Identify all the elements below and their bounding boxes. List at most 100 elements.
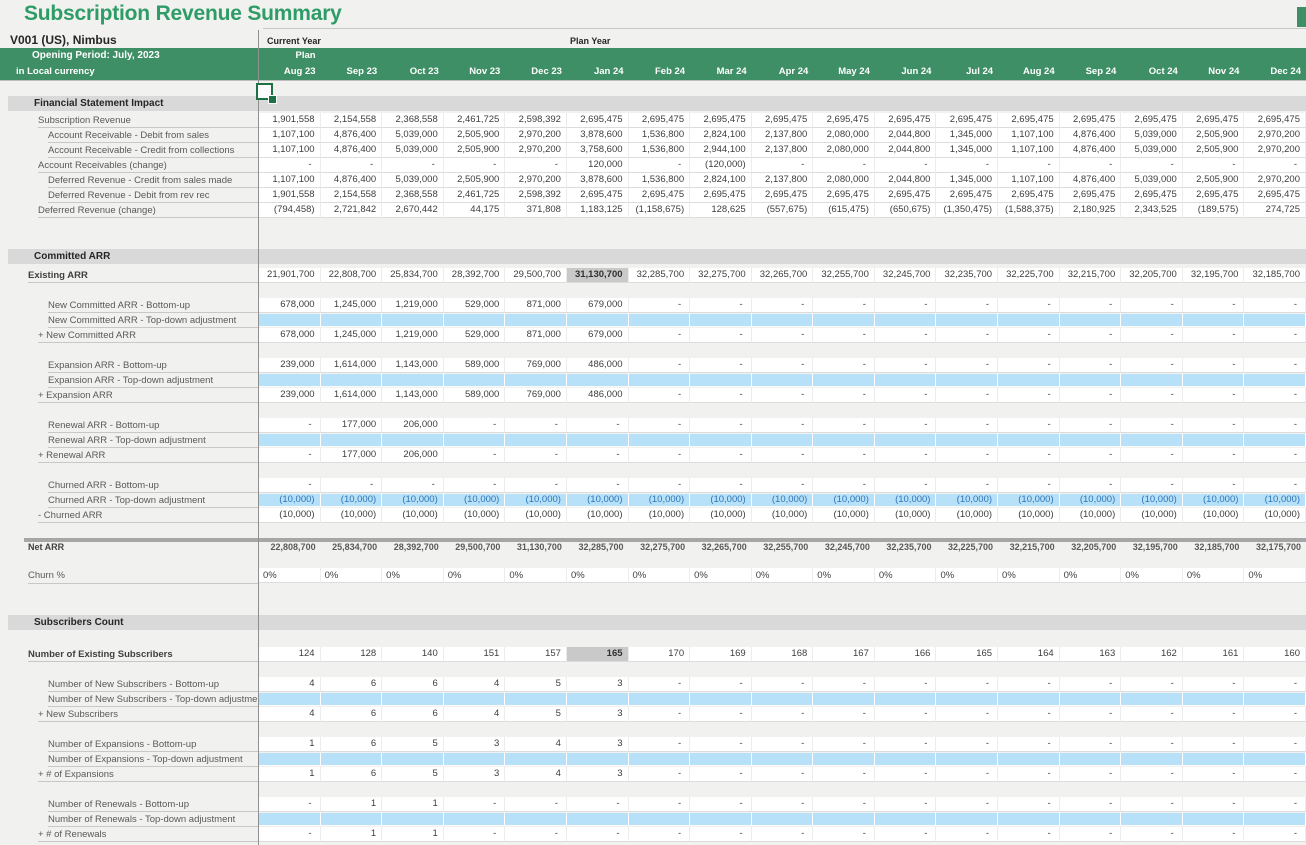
- adjustment-input-cell[interactable]: [1060, 693, 1122, 706]
- value-cell[interactable]: 6: [382, 677, 444, 692]
- adjustment-input-cell[interactable]: [567, 813, 629, 826]
- adjustment-input-cell[interactable]: [998, 693, 1060, 706]
- value-cell[interactable]: 2,505,900: [444, 143, 506, 158]
- value-cell[interactable]: -: [1060, 158, 1122, 173]
- value-cell[interactable]: -: [629, 827, 691, 842]
- value-cell[interactable]: 2,505,900: [1183, 128, 1245, 143]
- value-cell[interactable]: 371,808: [505, 203, 567, 218]
- value-cell[interactable]: -: [444, 478, 506, 493]
- value-cell[interactable]: -: [1183, 797, 1245, 812]
- value-cell[interactable]: -: [936, 298, 998, 313]
- adjustment-input-cell[interactable]: [1121, 314, 1183, 327]
- value-cell[interactable]: -: [936, 677, 998, 692]
- value-cell[interactable]: -: [752, 827, 814, 842]
- value-cell[interactable]: 2,695,475: [1060, 113, 1122, 128]
- value-cell[interactable]: 31,130,700: [505, 538, 567, 556]
- value-cell[interactable]: 0%: [1060, 568, 1122, 583]
- value-cell[interactable]: 529,000: [444, 298, 506, 313]
- value-cell[interactable]: 1,345,000: [936, 173, 998, 188]
- value-cell[interactable]: 177,000: [321, 418, 383, 433]
- value-cell[interactable]: (1,158,675): [629, 203, 691, 218]
- adjustment-input-cell[interactable]: (10,000): [690, 494, 752, 507]
- value-cell[interactable]: 5,039,000: [382, 173, 444, 188]
- value-cell[interactable]: 4,876,400: [1060, 128, 1122, 143]
- value-cell[interactable]: 0%: [382, 568, 444, 583]
- adjustment-input-cell[interactable]: [936, 374, 998, 387]
- value-cell[interactable]: 167: [813, 647, 875, 662]
- adjustment-input-cell[interactable]: [690, 753, 752, 766]
- adjustment-input-cell[interactable]: (10,000): [1244, 494, 1306, 507]
- value-cell[interactable]: -: [1121, 298, 1183, 313]
- value-cell[interactable]: -: [690, 767, 752, 782]
- adjustment-input-cell[interactable]: [813, 434, 875, 447]
- value-cell[interactable]: 678,000: [259, 328, 321, 343]
- value-cell[interactable]: 3: [444, 737, 506, 752]
- value-cell[interactable]: (10,000): [259, 508, 321, 523]
- value-cell[interactable]: 1: [382, 797, 444, 812]
- value-cell[interactable]: -: [629, 448, 691, 463]
- adjustment-input-cell[interactable]: [505, 314, 567, 327]
- value-cell[interactable]: (615,475): [813, 203, 875, 218]
- value-cell[interactable]: 161: [1183, 647, 1245, 662]
- value-cell[interactable]: 3,878,600: [567, 128, 629, 143]
- value-cell[interactable]: 0%: [505, 568, 567, 583]
- value-cell[interactable]: -: [752, 797, 814, 812]
- value-cell[interactable]: 2,695,475: [813, 113, 875, 128]
- value-cell[interactable]: 164: [998, 647, 1060, 662]
- value-cell[interactable]: 32,185,700: [1183, 538, 1245, 556]
- value-cell[interactable]: 2,970,200: [505, 128, 567, 143]
- adjustment-input-cell[interactable]: [875, 693, 937, 706]
- value-cell[interactable]: (10,000): [1183, 508, 1245, 523]
- adjustment-input-cell[interactable]: [1121, 374, 1183, 387]
- value-cell[interactable]: -: [813, 358, 875, 373]
- value-cell[interactable]: 2,695,475: [1121, 113, 1183, 128]
- value-cell[interactable]: 6: [321, 737, 383, 752]
- adjustment-input-cell[interactable]: (10,000): [936, 494, 998, 507]
- value-cell[interactable]: -: [998, 737, 1060, 752]
- value-cell[interactable]: 2,505,900: [1183, 143, 1245, 158]
- value-cell[interactable]: -: [752, 158, 814, 173]
- adjustment-input-cell[interactable]: [321, 753, 383, 766]
- value-cell[interactable]: -: [875, 418, 937, 433]
- value-cell[interactable]: 32,205,700: [1121, 268, 1183, 283]
- adjustment-input-cell[interactable]: [1060, 753, 1122, 766]
- value-cell[interactable]: -: [1183, 707, 1245, 722]
- value-cell[interactable]: -: [444, 158, 506, 173]
- value-cell[interactable]: -: [505, 158, 567, 173]
- value-cell[interactable]: -: [813, 737, 875, 752]
- value-cell[interactable]: 2,695,475: [690, 188, 752, 203]
- adjustment-input-cell[interactable]: (10,000): [752, 494, 814, 507]
- adjustment-input-cell[interactable]: [936, 693, 998, 706]
- value-cell[interactable]: -: [936, 767, 998, 782]
- value-cell[interactable]: -: [1060, 298, 1122, 313]
- adjustment-input-cell[interactable]: [382, 753, 444, 766]
- value-cell[interactable]: -: [813, 707, 875, 722]
- value-cell[interactable]: (794,458): [259, 203, 321, 218]
- value-cell[interactable]: 2,044,800: [875, 173, 937, 188]
- value-cell[interactable]: 2,080,000: [813, 173, 875, 188]
- value-cell[interactable]: -: [629, 358, 691, 373]
- value-cell[interactable]: 0%: [1244, 568, 1306, 583]
- value-cell[interactable]: -: [1183, 737, 1245, 752]
- value-cell[interactable]: 679,000: [567, 328, 629, 343]
- value-cell[interactable]: (1,350,475): [936, 203, 998, 218]
- value-cell[interactable]: -: [813, 298, 875, 313]
- value-cell[interactable]: -: [259, 797, 321, 812]
- value-cell[interactable]: 32,255,700: [752, 538, 814, 556]
- value-cell[interactable]: 25,834,700: [382, 268, 444, 283]
- value-cell[interactable]: 5: [505, 677, 567, 692]
- value-cell[interactable]: 3,878,600: [567, 173, 629, 188]
- adjustment-input-cell[interactable]: [1060, 374, 1122, 387]
- value-cell[interactable]: 162: [1121, 647, 1183, 662]
- adjustment-input-cell[interactable]: [875, 434, 937, 447]
- adjustment-input-cell[interactable]: (10,000): [813, 494, 875, 507]
- adjustment-input-cell[interactable]: [813, 314, 875, 327]
- adjustment-input-cell[interactable]: [1121, 753, 1183, 766]
- value-cell[interactable]: -: [936, 448, 998, 463]
- adjustment-input-cell[interactable]: [567, 374, 629, 387]
- value-cell[interactable]: 0%: [259, 568, 321, 583]
- adjustment-input-cell[interactable]: [321, 374, 383, 387]
- value-cell[interactable]: -: [936, 388, 998, 403]
- value-cell[interactable]: -: [567, 827, 629, 842]
- value-cell[interactable]: 1,107,100: [259, 143, 321, 158]
